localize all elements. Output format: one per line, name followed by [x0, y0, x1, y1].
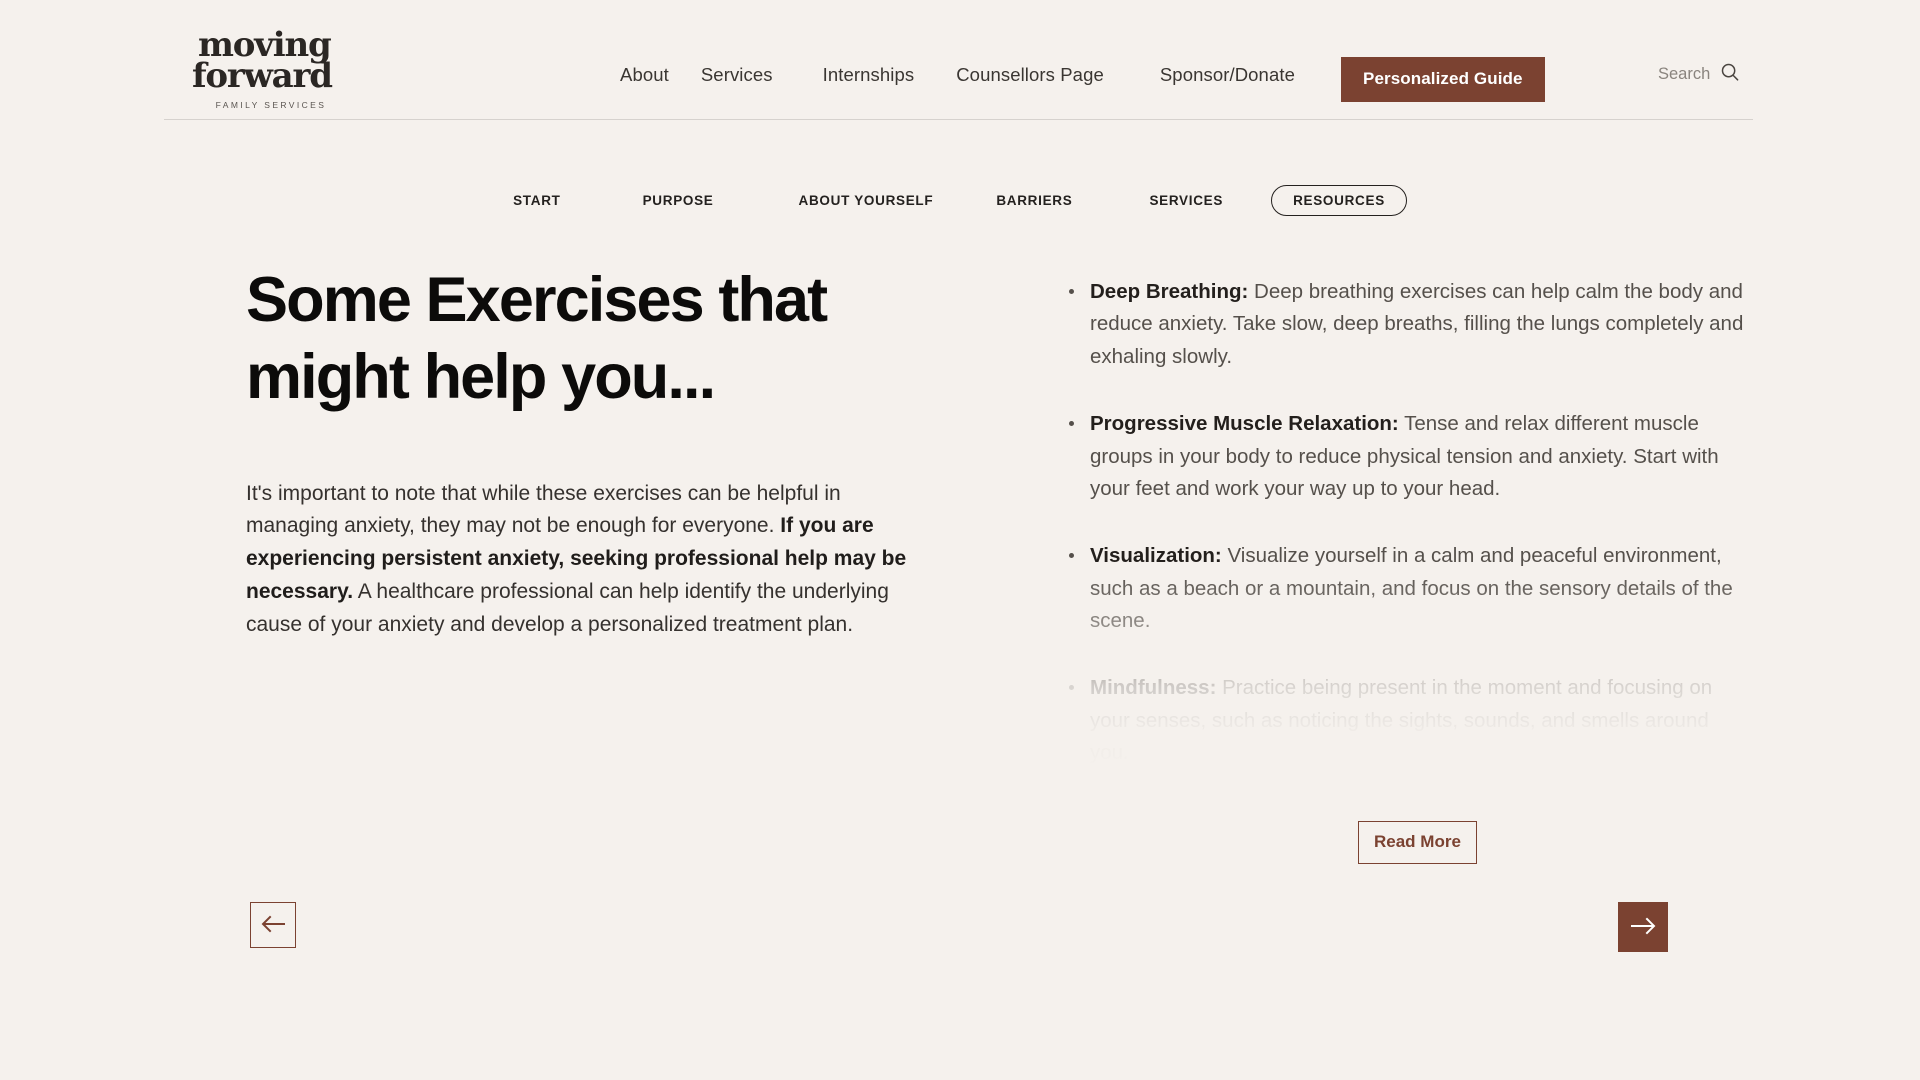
search-label: Search	[1658, 65, 1711, 83]
nav-item-services[interactable]: Services	[701, 58, 773, 92]
read-more-button[interactable]: Read More	[1358, 821, 1477, 864]
tip-term: Deep Breathing:	[1090, 280, 1249, 303]
page-root: moving forward FAMILY SERVICES About Ser…	[0, 0, 1920, 1080]
header-divider	[164, 119, 1753, 120]
step-start[interactable]: START	[513, 186, 561, 215]
left-column: Some Exercises that might help you... It…	[246, 262, 936, 641]
personalized-guide-button[interactable]: Personalized Guide	[1341, 57, 1545, 102]
exercise-list: Deep Breathing: Deep breathing exercises…	[1063, 276, 1753, 770]
site-logo[interactable]: moving forward FAMILY SERVICES	[192, 28, 346, 110]
nav-item-counsellors-page[interactable]: Counsellors Page	[956, 58, 1104, 92]
step-resources[interactable]: RESOURCES	[1271, 185, 1407, 216]
right-column-tips: Deep Breathing: Deep breathing exercises…	[1063, 276, 1753, 788]
primary-nav: About Services Internships Counsellors P…	[620, 58, 1295, 92]
nav-item-sponsor-donate[interactable]: Sponsor/Donate	[1160, 58, 1295, 92]
tip-term: Mindfulness:	[1090, 676, 1217, 700]
step-purpose[interactable]: PURPOSE	[643, 186, 714, 215]
page-title: Some Exercises that might help you...	[246, 265, 828, 412]
intro-text-part-1: It's important to note that while these …	[246, 481, 841, 538]
intro-paragraph: It's important to note that while these …	[246, 478, 936, 642]
logo-line-2: forward	[192, 56, 333, 97]
next-slide-button[interactable]	[1618, 902, 1668, 952]
tip-term: Progressive Muscle Relaxation:	[1090, 412, 1399, 436]
site-header: moving forward FAMILY SERVICES About Ser…	[0, 0, 1920, 120]
list-item: Deep Breathing: Deep breathing exercises…	[1063, 276, 1753, 373]
search-control[interactable]: Search	[1658, 62, 1740, 87]
arrow-right-icon	[1629, 917, 1657, 938]
step-barriers[interactable]: BARRIERS	[996, 186, 1072, 215]
wizard-step-nav: START PURPOSE ABOUT YOURSELF BARRIERS SE…	[0, 185, 1920, 216]
list-item: Progressive Muscle Relaxation: Tense and…	[1063, 408, 1753, 505]
nav-item-internships[interactable]: Internships	[823, 58, 915, 92]
tip-term: Visualization:	[1090, 544, 1222, 568]
arrow-left-icon	[260, 915, 286, 936]
nav-item-about[interactable]: About	[620, 58, 669, 92]
step-about-yourself[interactable]: ABOUT YOURSELF	[799, 186, 934, 215]
logo-tagline: FAMILY SERVICES	[215, 99, 327, 110]
search-icon[interactable]	[1720, 62, 1740, 87]
list-item: Visualization: Visualize yourself in a c…	[1063, 540, 1753, 637]
list-item: Mindfulness: Practice being present in t…	[1063, 672, 1753, 769]
step-services[interactable]: SERVICES	[1149, 186, 1223, 215]
previous-slide-button[interactable]	[250, 902, 296, 948]
